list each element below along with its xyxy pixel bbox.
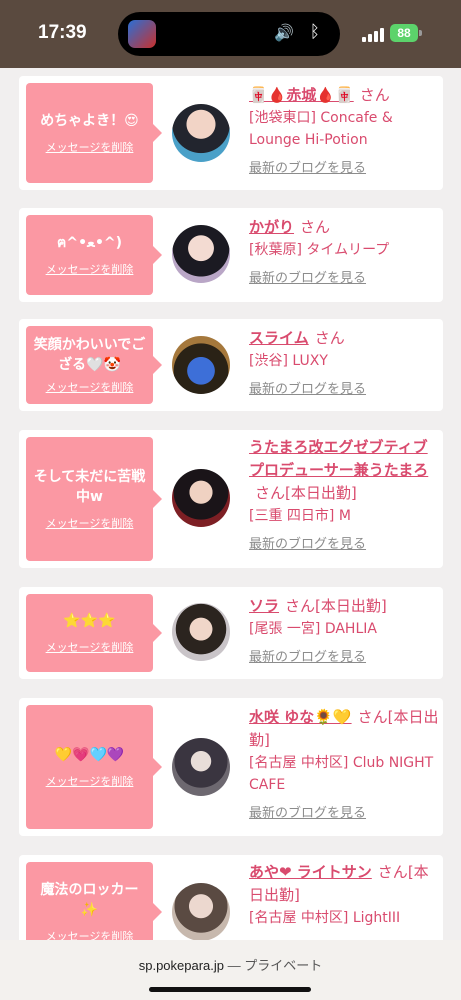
message-card: ฅ^•ﻌ•^) メッセージを削除 かがり さん [秋葉原] タイムリープ 最新のブ… (19, 208, 443, 302)
signal-icon (362, 26, 384, 42)
latest-blog-link[interactable]: 最新のブログを見る (249, 646, 439, 665)
latest-blog-link[interactable]: 最新のブログを見る (249, 157, 439, 176)
avatar[interactable] (172, 336, 230, 394)
shop-name: [名古屋 中村区] Club NIGHT CAFE (249, 755, 434, 793)
shop-name: [尾張 一宮] DAHLIA (249, 621, 377, 637)
browser-bottom-bar: sp.pokepara.jp — プライベート (0, 940, 461, 1000)
delete-message-link[interactable]: メッセージを削除 (46, 515, 134, 531)
message-card: ⭐⭐⭐ メッセージを削除 ソラ さん[本日出勤] [尾張 一宮] DAHLIA 最… (19, 587, 443, 679)
attendance-status: [本日出勤] (315, 597, 387, 615)
delete-message-link[interactable]: メッセージを削除 (46, 261, 134, 277)
url-text: sp.pokepara.jp (138, 958, 225, 973)
shop-name: [池袋東口] Concafe & Lounge Hi-Potion (249, 110, 393, 148)
avatar[interactable] (172, 469, 230, 527)
cast-name-link[interactable]: 🀄🩸赤城🩸🀄 (249, 86, 354, 104)
status-time: 17:39 (38, 22, 87, 43)
latest-blog-link[interactable]: 最新のブログを見る (249, 802, 439, 821)
avatar[interactable] (172, 225, 230, 283)
message-bubble: 笑顔かわいいでござる🤍🤡 メッセージを削除 (26, 326, 162, 404)
message-text: 魔法のロッカー✨ (40, 882, 139, 918)
latest-blog-link[interactable]: 最新のブログを見る (249, 533, 439, 552)
message-card: 💛💗🩵💜 メッセージを削除 水咲 ゆな🌻💛 さん[本日出勤] [名古屋 中村区] … (19, 698, 443, 836)
dynamic-island: 🔊 ᛒ (118, 12, 340, 56)
delete-message-link[interactable]: メッセージを削除 (46, 379, 134, 395)
app-icon (128, 20, 156, 48)
avatar[interactable] (172, 104, 230, 162)
honorific: さん (359, 86, 390, 104)
honorific: さん (357, 708, 388, 726)
address-bar[interactable]: sp.pokepara.jp — プライベート (0, 955, 461, 974)
cast-name-link[interactable]: かがり (249, 218, 294, 236)
shop-name: [三重 四日市] M (249, 508, 351, 524)
message-bubble: そして未だに苦戦中w メッセージを削除 (26, 437, 162, 561)
message-bubble: ⭐⭐⭐ メッセージを削除 (26, 594, 162, 672)
latest-blog-link[interactable]: 最新のブログを見る (249, 378, 439, 397)
shop-name: [渋谷] LUXY (249, 353, 328, 369)
honorific: さん (255, 484, 286, 502)
bluetooth-icon: ᛒ (309, 22, 320, 42)
avatar[interactable] (172, 738, 230, 796)
honorific: さん (285, 597, 316, 615)
message-bubble: めちゃよき！😍 メッセージを削除 (26, 83, 162, 183)
delete-message-link[interactable]: メッセージを削除 (46, 773, 134, 789)
shop-name: [名古屋 中村区] LightIII (249, 910, 401, 926)
message-card: そして未だに苦戦中w メッセージを削除 うたまろ改エグゼブティブプロデューサー兼… (19, 430, 443, 568)
shop-name: [秋葉原] タイムリープ (249, 242, 390, 258)
message-bubble: 💛💗🩵💜 メッセージを削除 (26, 705, 162, 829)
message-text: ⭐⭐⭐ (63, 613, 116, 629)
honorific: さん (377, 863, 408, 881)
delete-message-link[interactable]: メッセージを削除 (46, 139, 134, 155)
message-text: 笑顔かわいいでござる🤍🤡 (33, 337, 146, 373)
speaker-icon: 🔊 (274, 23, 294, 42)
latest-blog-link[interactable]: 最新のブログを見る (249, 267, 439, 286)
cast-name-link[interactable]: ソラ (249, 597, 279, 615)
cast-name-link[interactable]: あや❤︎ ライトサン (249, 863, 372, 881)
honorific: さん (314, 329, 345, 347)
message-text: ฅ^•ﻌ•^) (56, 235, 123, 251)
private-mode-label: — プライベート (227, 958, 323, 973)
message-text: 💛💗🩵💜 (54, 747, 125, 763)
message-text: そして未だに苦戦中w (33, 469, 146, 505)
cast-name-link[interactable]: うたまろ改エグゼブティブプロデューサー兼うたまろ (249, 438, 428, 479)
battery-icon: 88 (390, 24, 418, 42)
honorific: さん (300, 218, 331, 236)
battery-tip (419, 30, 422, 36)
message-bubble: ฅ^•ﻌ•^) メッセージを削除 (26, 215, 162, 295)
avatar[interactable] (172, 883, 230, 941)
message-card: 笑顔かわいいでござる🤍🤡 メッセージを削除 スライム さん [渋谷] LUXY 最… (19, 319, 443, 411)
home-indicator[interactable] (149, 987, 311, 992)
cast-name-link[interactable]: 水咲 ゆな🌻💛 (249, 708, 352, 726)
attendance-status: [本日出勤] (285, 484, 357, 502)
delete-message-link[interactable]: メッセージを削除 (46, 639, 134, 655)
message-text: めちゃよき！😍 (40, 113, 139, 129)
cast-name-link[interactable]: スライム (249, 329, 309, 347)
avatar[interactable] (172, 603, 230, 661)
status-bar: 17:39 🔊 ᛒ 88 (0, 0, 461, 68)
message-card: めちゃよき！😍 メッセージを削除 🀄🩸赤城🩸🀄 さん [池袋東口] Concafe… (19, 76, 443, 190)
